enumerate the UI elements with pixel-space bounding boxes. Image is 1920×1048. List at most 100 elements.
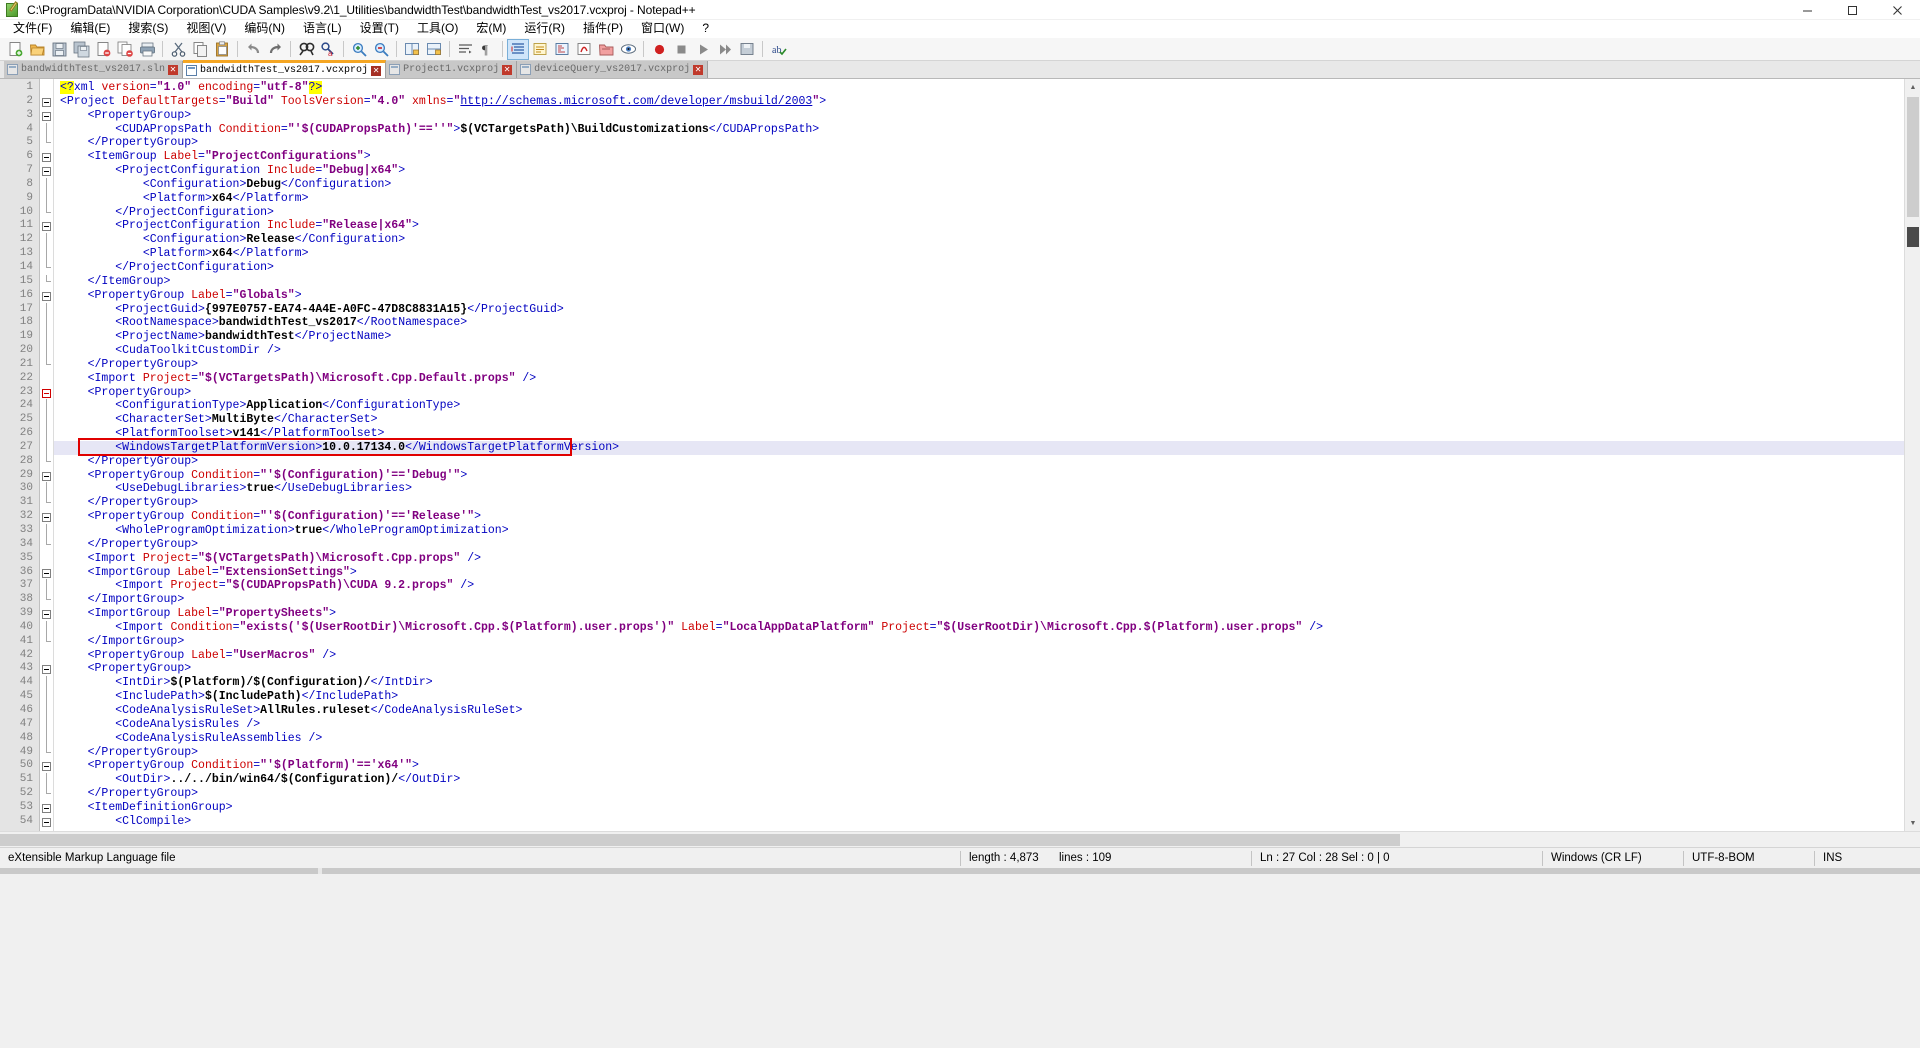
code-line[interactable]: </ImportGroup>: [54, 635, 1920, 649]
code-line[interactable]: </PropertyGroup>: [54, 455, 1920, 469]
menu-macro[interactable]: 宏(M): [467, 20, 515, 38]
code-line[interactable]: </PropertyGroup>: [54, 538, 1920, 552]
code-line[interactable]: <ImportGroup Label="ExtensionSettings">: [54, 566, 1920, 580]
code-line[interactable]: <CUDAPropsPath Condition="'$(CUDAPropsPa…: [54, 123, 1920, 137]
code-line[interactable]: <CharacterSet>MultiByte</CharacterSet>: [54, 413, 1920, 427]
tab-close-icon[interactable]: ✕: [168, 64, 179, 75]
code-line[interactable]: <Import Condition="exists('$(UserRootDir…: [54, 621, 1920, 635]
menu-help[interactable]: ?: [693, 20, 718, 38]
sync-horizontal-scroll-icon[interactable]: [423, 39, 445, 60]
editor-area[interactable]: 1 2 3 4 5 6 7 8 9 10 11 12 13 14 15 16 17 18 19 20 21 22 23 24 2…: [0, 79, 1920, 831]
fold-marker[interactable]: [40, 386, 53, 400]
code-line[interactable]: <PropertyGroup Condition="'$(Configurati…: [54, 510, 1920, 524]
menu-run[interactable]: 运行(R): [515, 20, 574, 38]
code-line[interactable]: <WholeProgramOptimization>true</WholePro…: [54, 524, 1920, 538]
code-line[interactable]: <ProjectName>bandwidthTest</ProjectName>: [54, 330, 1920, 344]
code-line[interactable]: </ImportGroup>: [54, 593, 1920, 607]
code-line[interactable]: <IntDir>$(Platform)/$(Configuration)/</I…: [54, 676, 1920, 690]
code-line[interactable]: <RootNamespace>bandwidthTest_vs2017</Roo…: [54, 316, 1920, 330]
undo-icon[interactable]: [242, 39, 264, 60]
code-line[interactable]: <PropertyGroup>: [54, 109, 1920, 123]
fold-marker[interactable]: [40, 815, 53, 829]
code-line[interactable]: <IncludePath>$(IncludePath)</IncludePath…: [54, 690, 1920, 704]
fold-marker[interactable]: [40, 95, 53, 109]
copy-icon[interactable]: [189, 39, 211, 60]
fold-marker[interactable]: [40, 469, 53, 483]
code-line[interactable]: <OutDir>../../bin/win64/$(Configuration)…: [54, 773, 1920, 787]
code-line[interactable]: <PropertyGroup>: [54, 386, 1920, 400]
tab-close-icon[interactable]: ✕: [371, 65, 382, 76]
code-line[interactable]: </ProjectConfiguration>: [54, 206, 1920, 220]
fold-marker[interactable]: [40, 566, 53, 580]
code-line[interactable]: </PropertyGroup>: [54, 496, 1920, 510]
code-line[interactable]: <ItemDefinitionGroup>: [54, 801, 1920, 815]
fold-toggle-icon[interactable]: [42, 817, 51, 827]
code-line[interactable]: <Import Project="$(VCTargetsPath)\Micros…: [54, 552, 1920, 566]
fold-toggle-icon[interactable]: [42, 111, 51, 121]
fold-marker[interactable]: [40, 607, 53, 621]
fold-marker[interactable]: [40, 289, 53, 303]
minimize-button[interactable]: [1785, 0, 1830, 20]
fold-toggle-icon[interactable]: [42, 388, 51, 398]
menu-window[interactable]: 窗口(W): [632, 20, 693, 38]
tab-project1-vcxproj[interactable]: Project1.vcxproj ✕: [386, 61, 518, 78]
code-line[interactable]: <PropertyGroup Condition="'$(Platform)'=…: [54, 759, 1920, 773]
macro-playmany-icon[interactable]: [714, 39, 736, 60]
macro-play-icon[interactable]: [692, 39, 714, 60]
code-folding-column[interactable]: [40, 79, 54, 831]
code-line[interactable]: </ItemGroup>: [54, 275, 1920, 289]
code-line[interactable]: <Configuration>Debug</Configuration>: [54, 178, 1920, 192]
code-line[interactable]: </PropertyGroup>: [54, 136, 1920, 150]
tab-close-icon[interactable]: ✕: [502, 64, 513, 75]
fold-toggle-icon[interactable]: [42, 167, 51, 177]
document-map-icon[interactable]: [551, 39, 573, 60]
fold-toggle-icon[interactable]: [42, 568, 51, 578]
code-line[interactable]: <Import Project="$(CUDAPropsPath)\CUDA 9…: [54, 579, 1920, 593]
macro-stop-icon[interactable]: [670, 39, 692, 60]
code-content[interactable]: <?xml version="1.0" encoding="utf-8"?> <P…: [54, 79, 1920, 831]
fold-toggle-icon[interactable]: [42, 610, 51, 620]
zoom-in-icon[interactable]: [348, 39, 370, 60]
fold-marker[interactable]: [40, 801, 53, 815]
code-line[interactable]: <ProjectConfiguration Include="Debug|x64…: [54, 164, 1920, 178]
code-line[interactable]: <Configuration>Release</Configuration>: [54, 233, 1920, 247]
fold-toggle-icon[interactable]: [42, 471, 51, 481]
sync-vertical-scroll-icon[interactable]: [401, 39, 423, 60]
word-wrap-icon[interactable]: [454, 39, 476, 60]
horizontal-scrollbar[interactable]: [0, 831, 1920, 847]
code-line[interactable]: <Project DefaultTargets="Build" ToolsVer…: [54, 95, 1920, 109]
code-line[interactable]: <PropertyGroup>: [54, 662, 1920, 676]
code-line[interactable]: <Platform>x64</Platform>: [54, 192, 1920, 206]
fold-marker[interactable]: [40, 219, 53, 233]
close-button[interactable]: [1875, 0, 1920, 20]
macro-save-icon[interactable]: [736, 39, 758, 60]
code-line[interactable]: <CodeAnalysisRuleSet>AllRules.ruleset</C…: [54, 704, 1920, 718]
function-list-icon[interactable]: [573, 39, 595, 60]
code-line[interactable]: <CudaToolkitCustomDir />: [54, 344, 1920, 358]
menu-plugins[interactable]: 插件(P): [574, 20, 632, 38]
fold-toggle-icon[interactable]: [42, 665, 51, 675]
code-line[interactable]: <ConfigurationType>Application</Configur…: [54, 399, 1920, 413]
paste-icon[interactable]: [211, 39, 233, 60]
cut-icon[interactable]: [167, 39, 189, 60]
zoom-out-icon[interactable]: [370, 39, 392, 60]
code-line[interactable]: <CodeAnalysisRules />: [54, 718, 1920, 732]
menu-encoding[interactable]: 编码(N): [235, 20, 294, 38]
fold-marker[interactable]: [40, 662, 53, 676]
code-line[interactable]: <ImportGroup Label="PropertySheets">: [54, 607, 1920, 621]
print-icon[interactable]: [136, 39, 158, 60]
indent-guide-icon[interactable]: [507, 38, 529, 60]
fold-toggle-icon[interactable]: [42, 222, 51, 232]
scroll-up-arrow[interactable]: ▲: [1905, 79, 1920, 95]
fold-marker[interactable]: [40, 109, 53, 123]
code-line[interactable]: <ProjectGuid>{997E0757-EA74-4A4E-A0FC-47…: [54, 303, 1920, 317]
find-icon[interactable]: [295, 39, 317, 60]
code-line[interactable]: <WindowsTargetPlatformVersion>10.0.17134…: [54, 440, 1920, 455]
menu-language[interactable]: 语言(L): [294, 20, 351, 38]
menu-tools[interactable]: 工具(O): [408, 20, 467, 38]
close-all-icon[interactable]: [114, 39, 136, 60]
maximize-button[interactable]: [1830, 0, 1875, 20]
tab-bandwidthtest-sln[interactable]: bandwidthTest_vs2017.sln ✕: [4, 61, 184, 78]
redo-icon[interactable]: [264, 39, 286, 60]
fold-marker[interactable]: [40, 510, 53, 524]
